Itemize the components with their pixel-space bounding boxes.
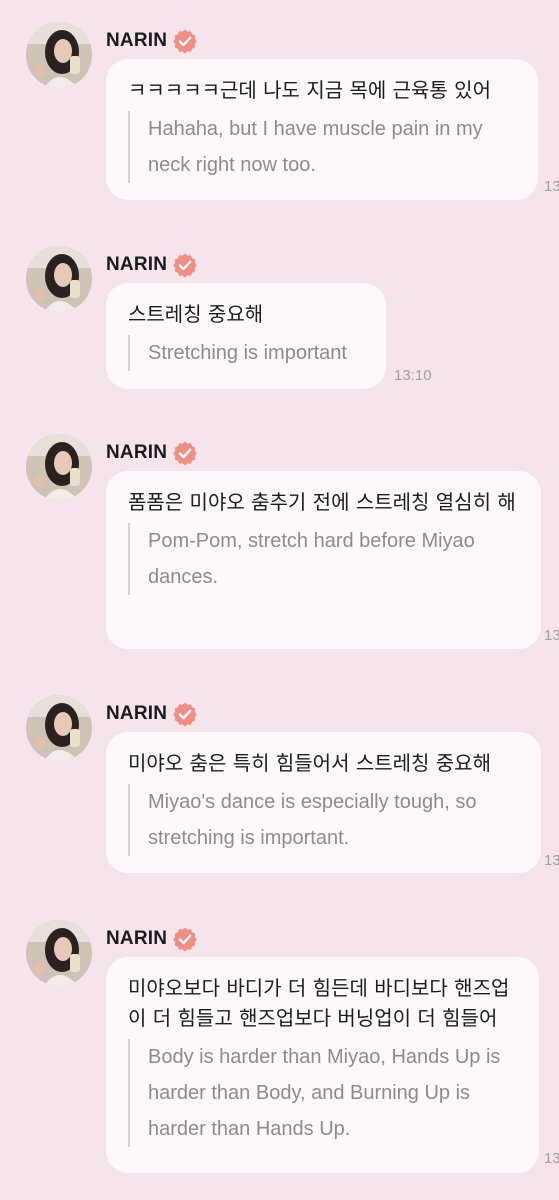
avatar[interactable] (26, 695, 92, 761)
sender-name: NARIN (106, 442, 168, 463)
verified-badge-icon (172, 440, 198, 466)
sender-row: NARIN (106, 252, 198, 278)
message-translation: Hahaha, but I have muscle pain in my nec… (128, 111, 516, 183)
avatar[interactable] (26, 246, 92, 312)
avatar[interactable] (26, 920, 92, 986)
sender-name: NARIN (106, 703, 168, 724)
message-bubble[interactable]: 스트레칭 중요해 Stretching is important (106, 283, 386, 389)
sender-name: NARIN (106, 30, 168, 51)
sender-row: NARIN (106, 701, 198, 727)
message-text-korean: 폼폼은 미야오 춤추기 전에 스트레칭 열심히 해 (128, 490, 516, 514)
avatar[interactable] (26, 22, 92, 88)
sender-row: NARIN (106, 440, 198, 466)
verified-badge-icon (172, 926, 198, 952)
sender-name: NARIN (106, 928, 168, 949)
message-bubble[interactable]: 미야오보다 바디가 더 힘든데 바디보다 핸즈업이 더 힘들고 핸즈업보다 버닝… (106, 957, 539, 1173)
message-translation: Stretching is important (128, 335, 364, 371)
message-text-korean: 스트레칭 중요해 (128, 302, 264, 326)
sender-row: NARIN (106, 926, 198, 952)
message-text-korean: ㅋㅋㅋㅋㅋ근데 나도 지금 목에 근육통 있어 (128, 78, 491, 102)
verified-badge-icon (172, 28, 198, 54)
message-translation: Miyao's dance is especially tough, so st… (128, 784, 519, 856)
message-timestamp: 13 (544, 627, 559, 644)
sender-name: NARIN (106, 254, 168, 275)
message-timestamp: 13 (544, 1150, 559, 1167)
message-timestamp: 13 (544, 852, 559, 869)
message-bubble[interactable]: 미야오 춤은 특히 힘들어서 스트레칭 중요해 Miyao's dance is… (106, 732, 541, 873)
avatar[interactable] (26, 434, 92, 500)
verified-badge-icon (172, 252, 198, 278)
sender-row: NARIN (106, 28, 198, 54)
message-translation: Pom-Pom, stretch hard before Miyao dance… (128, 523, 519, 595)
message-text-korean: 미야오 춤은 특히 힘들어서 스트레칭 중요해 (128, 751, 491, 775)
verified-badge-icon (172, 701, 198, 727)
message-timestamp: 13 (544, 178, 559, 195)
message-text-korean: 미야오보다 바디가 더 힘든데 바디보다 핸즈업이 더 힘들고 핸즈업보다 버닝… (128, 976, 510, 1030)
message-timestamp: 13:10 (394, 367, 432, 384)
message-bubble[interactable]: ㅋㅋㅋㅋㅋ근데 나도 지금 목에 근육통 있어 Hahaha, but I ha… (106, 59, 538, 200)
message-translation: Body is harder than Miyao, Hands Up is h… (128, 1039, 517, 1147)
message-bubble[interactable]: 폼폼은 미야오 춤추기 전에 스트레칭 열심히 해 Pom-Pom, stret… (106, 471, 541, 649)
